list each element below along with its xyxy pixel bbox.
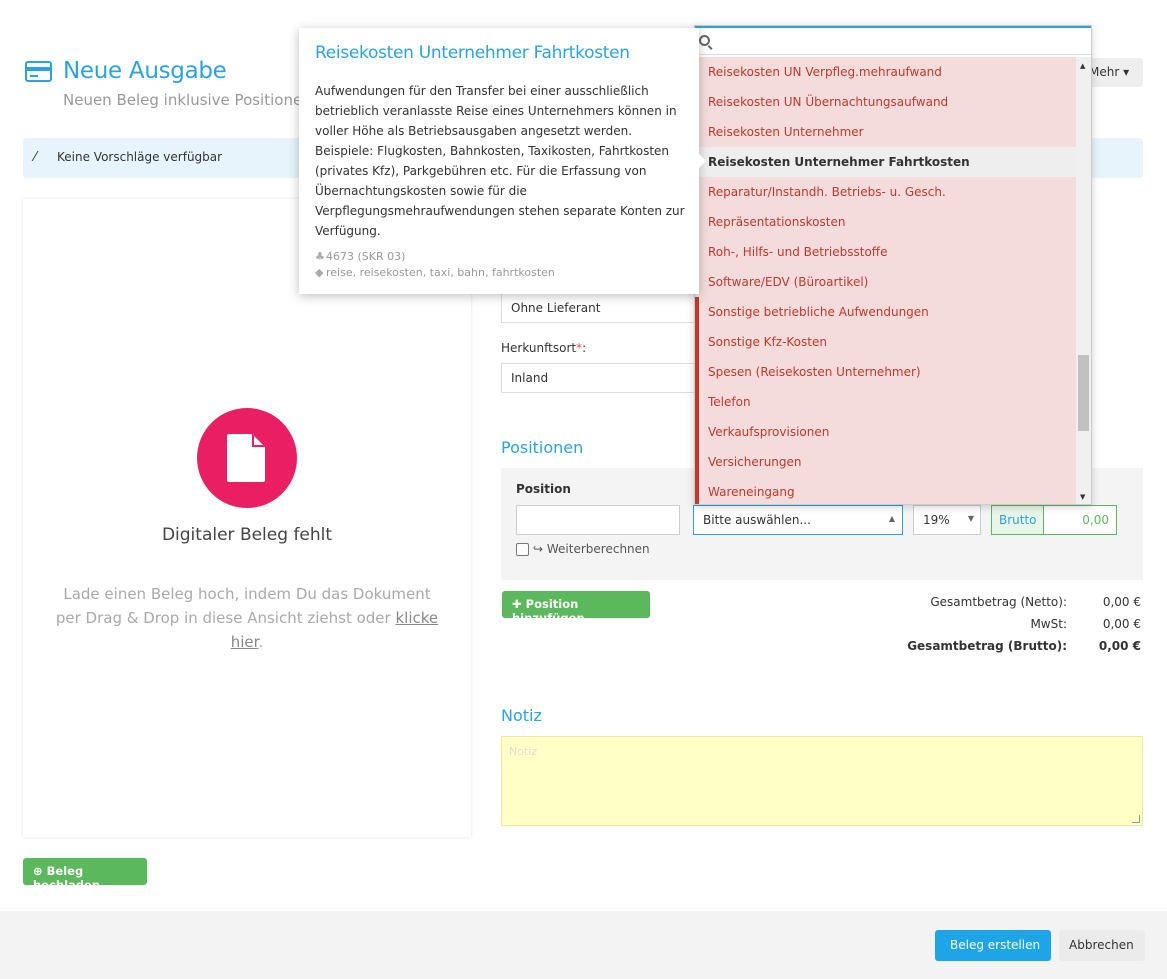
search-icon: [699, 35, 710, 46]
gross-amount-input[interactable]: 0,00: [1082, 513, 1109, 527]
upload-circle-icon: ⊕: [33, 864, 43, 878]
scrollbar-thumb[interactable]: [1078, 355, 1089, 431]
credit-card-icon: [25, 61, 52, 82]
recharge-option: ↪ Weiterberechnen: [516, 542, 650, 556]
page-title: Neue Ausgabe: [63, 58, 227, 84]
share-arrow-icon: ↪: [533, 542, 544, 556]
document-missing-title: Digitaler Beleg fehlt: [161, 525, 333, 545]
dropdown-option[interactable]: Sonstige Kfz-Kosten: [695, 327, 1076, 357]
vat-select[interactable]: 19% ▼: [913, 505, 981, 535]
document-dropzone[interactable]: Digitaler Beleg fehlt Lade einen Beleg h…: [23, 199, 471, 837]
dropdown-option[interactable]: Verkaufsprovisionen: [695, 417, 1076, 447]
resize-handle[interactable]: [1132, 815, 1140, 823]
recharge-checkbox[interactable]: [516, 543, 529, 556]
cancel-button[interactable]: Abbrechen: [1059, 930, 1145, 961]
total-net-label: Gesamtbetrag (Netto):: [930, 595, 1067, 609]
dropdown-option[interactable]: Reisekosten UN Verpfleg.mehraufwand: [695, 57, 1076, 87]
dropdown-option[interactable]: Software/EDV (Büroartikel): [695, 267, 1076, 297]
dropdown-scrollbar[interactable]: ▲ ▼: [1076, 57, 1091, 504]
supplier-select[interactable]: Ohne Lieferant: [501, 293, 701, 323]
document-hint: Lade einen Beleg hoch, indem Du das Doku…: [55, 585, 439, 651]
gross-toggle[interactable]: Brutto: [992, 506, 1044, 534]
category-dropdown: Reisekosten UN Verpfleg.mehraufwand Reis…: [694, 25, 1092, 505]
vat-total-value: 0,00 €: [1102, 617, 1141, 631]
note-textarea[interactable]: Notiz: [501, 736, 1143, 826]
position-label: Position: [516, 482, 571, 496]
dropdown-list: Reisekosten UN Verpfleg.mehraufwand Reis…: [695, 57, 1076, 504]
sitemap-icon: ♣: [315, 250, 325, 263]
position-input[interactable]: [516, 505, 680, 535]
tooltip-tags: ◆ reise, reisekosten, taxi, bahn, fahrtko…: [315, 266, 555, 279]
gross-amount-group: Brutto 0,00: [991, 505, 1117, 535]
dropdown-option[interactable]: Versicherungen: [695, 447, 1076, 477]
dropdown-option-highlighted[interactable]: Reisekosten Unternehmer Fahrtkosten: [695, 147, 1076, 177]
file-icon: [227, 434, 265, 482]
tooltip-title: Reisekosten Unternehmer Fahrtkosten: [315, 43, 630, 63]
vat-total-label: MwSt:: [1030, 617, 1067, 631]
upload-receipt-button[interactable]: ⊕ Beleg hochladen: [23, 858, 147, 892]
dropdown-search-input[interactable]: [695, 26, 1091, 55]
total-gross-label: Gesamtbetrag (Brutto):: [907, 639, 1067, 653]
document-missing-icon: [197, 408, 297, 508]
total-gross-value: 0,00 €: [1098, 639, 1141, 653]
dropdown-option[interactable]: Spesen (Reisekosten Unternehmer): [695, 357, 1076, 387]
total-net-value: 0,00 €: [1102, 595, 1141, 609]
plus-icon: ✚: [512, 597, 522, 611]
alert-text: Keine Vorschläge verfügbar: [57, 150, 223, 164]
note-title: Notiz: [501, 706, 542, 725]
magic-wand-icon: ⁄: [34, 150, 37, 165]
origin-select[interactable]: Inland: [501, 363, 701, 393]
dropdown-option[interactable]: Reparatur/Instandh. Betriebs- u. Gesch.: [695, 177, 1076, 207]
dropdown-option[interactable]: Reisekosten Unternehmer: [695, 117, 1076, 147]
tooltip-description: Aufwendungen für den Transfer bei einer …: [315, 84, 685, 238]
dropdown-option[interactable]: Repräsentationskosten: [695, 207, 1076, 237]
add-position-button[interactable]: ✚ Position hinzufügen: [502, 591, 650, 625]
category-select[interactable]: Bitte auswählen... ▲: [693, 505, 903, 535]
dropdown-option[interactable]: Telefon: [695, 387, 1076, 417]
dropdown-option[interactable]: Roh-, Hilfs- und Betriebsstoffe: [695, 237, 1076, 267]
page-subtitle: Neuen Beleg inklusive Positionen: [63, 91, 312, 109]
dropdown-option[interactable]: Sonstige betriebliche Aufwendungen: [695, 297, 1076, 327]
dropdown-option[interactable]: Wareneingang: [695, 477, 1076, 504]
category-tooltip: Reisekosten Unternehmer Fahrtkosten Aufw…: [299, 28, 706, 294]
caret-up-icon: ▲: [888, 514, 895, 523]
origin-label: Herkunftsort*:: [501, 341, 587, 355]
caret-down-icon: ▼: [967, 514, 974, 523]
dropdown-option[interactable]: Reisekosten UN Übernachtungsaufwand: [695, 87, 1076, 117]
create-receipt-button[interactable]: Beleg erstellen: [935, 930, 1051, 961]
scroll-down-icon[interactable]: ▼: [1080, 493, 1085, 501]
positions-title: Positionen: [501, 438, 584, 457]
tag-icon: ◆: [315, 266, 324, 279]
tooltip-account: ♣4673 (SKR 03): [315, 250, 406, 263]
note-placeholder: Notiz: [509, 745, 538, 758]
scroll-up-icon[interactable]: ▲: [1080, 62, 1085, 70]
